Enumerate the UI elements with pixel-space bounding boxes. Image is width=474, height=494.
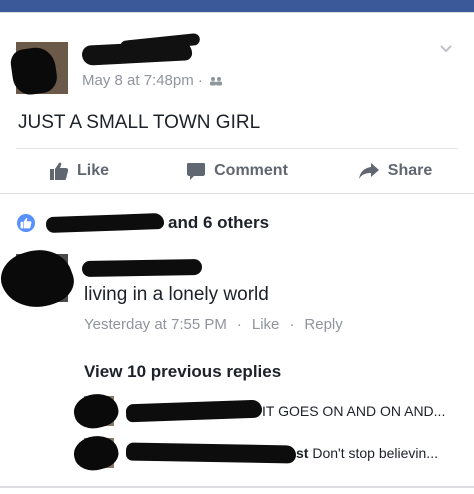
reply-name-tail[interactable]: st [296,445,308,461]
commenter-name-redacted[interactable] [81,258,203,278]
comment-bubble-icon [187,163,206,180]
post-text: JUST A SMALL TOWN GIRL [18,112,261,133]
thumbs-up-icon [49,162,69,180]
share-arrow-icon [358,163,379,179]
comment-reply-link[interactable]: Reply [304,316,342,333]
meta-separator: · [236,316,242,333]
redaction-scribble [0,239,80,319]
divider [16,148,458,149]
comment-timestamp[interactable]: Yesterday at 7:55 PM [84,316,227,333]
top-brand-bar [0,0,474,12]
reply-name-redacted[interactable] [125,399,263,423]
reactions-summary[interactable]: and 6 others [16,210,269,236]
reply-avatar[interactable] [70,430,122,476]
post-actions: Like Comment Share [0,154,474,188]
post-timestamp[interactable]: May 8 at 7:48pm [82,72,194,89]
share-button-label: Share [387,162,433,179]
commenter-avatar[interactable] [0,239,80,319]
like-button-label: Like [76,162,109,179]
reply-item[interactable]: IT GOES ON AND ON AND... [70,388,474,434]
reply-item[interactable]: st Don't stop believin... [70,430,474,476]
comment-button-label: Comment [214,162,288,179]
divider [0,486,474,488]
chevron-down-icon[interactable] [438,40,454,56]
share-button[interactable]: Share [316,154,474,188]
reply-avatar[interactable] [70,388,122,434]
reply-text-wrapper: st Don't stop believin... [296,445,438,461]
friends-icon[interactable] [209,76,223,86]
redaction-scribble [9,45,59,97]
reply-name-redacted[interactable] [125,442,297,464]
view-previous-replies-link[interactable]: View 10 previous replies [84,362,281,382]
reactions-count-text: and 6 others [168,213,270,232]
top-divider [0,12,474,13]
like-badge-icon [16,213,36,233]
reply-text: Don't stop believin... [312,445,438,461]
redaction-scribble [70,430,122,476]
meta-separator: · [197,72,203,89]
redaction-scribble [70,388,122,434]
author-avatar[interactable] [9,42,68,97]
reply-text: IT GOES ON AND ON AND... [262,403,446,419]
comment-like-link[interactable]: Like [252,316,280,333]
comment-button[interactable]: Comment [158,154,316,188]
author-name-redacted[interactable] [81,40,193,66]
comments-section: and 6 others living in a lonely world Ye… [0,194,474,494]
like-button[interactable]: Like [0,154,158,188]
post-meta: May 8 at 7:48pm · [82,72,223,89]
reactor-name-redacted[interactable] [45,212,165,234]
post-header: May 8 at 7:48pm · [0,30,474,100]
comment-meta: Yesterday at 7:55 PM · Like · Reply [84,316,343,333]
comment-text: living in a lonely world [84,284,269,305]
meta-separator: · [289,316,295,333]
